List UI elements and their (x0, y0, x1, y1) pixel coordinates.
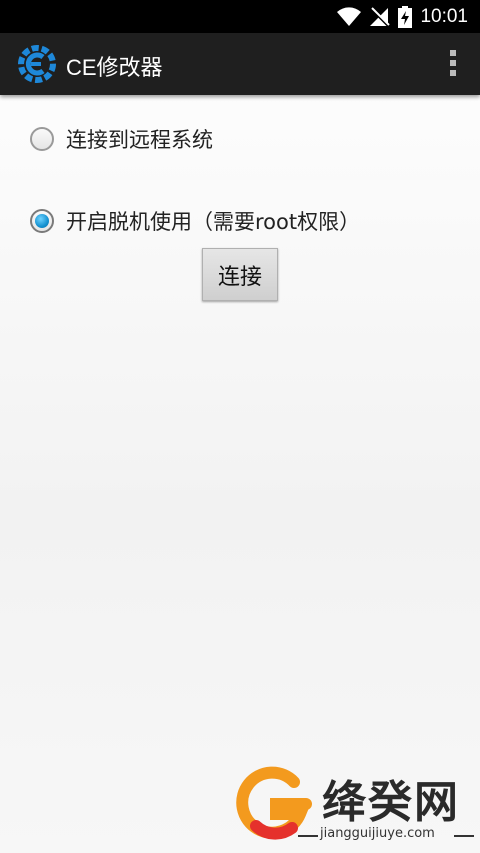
option-offline-root-label: 开启脱机使用（需要root权限） (66, 210, 361, 234)
watermark-logo-icon (236, 766, 312, 840)
app-bar: CE修改器 (0, 33, 480, 95)
radio-remote-system[interactable] (30, 127, 54, 151)
watermark-url: jiangguijiuye.com (320, 826, 435, 841)
app-title: CE修改器 (66, 55, 163, 80)
cheat-engine-logo-icon (18, 45, 56, 83)
option-offline-root[interactable]: 开启脱机使用（需要root权限） (30, 204, 360, 238)
overflow-menu-icon[interactable] (448, 50, 458, 80)
status-bar: 10:01 (0, 0, 480, 33)
wifi-icon (337, 7, 361, 26)
watermark-text: 绛癸网 (322, 777, 460, 828)
watermark: 绛癸网 jiangguijiuye.com (228, 760, 480, 853)
radio-offline-root[interactable] (30, 209, 54, 233)
status-time: 10:01 (420, 6, 468, 27)
watermark-divider-right (454, 835, 474, 837)
connect-button[interactable]: 连接 (202, 248, 278, 301)
battery-charging-icon (398, 6, 412, 28)
watermark-divider-left (298, 835, 318, 837)
option-remote-system-label: 连接到远程系统 (66, 128, 213, 152)
no-sim-icon (369, 7, 390, 28)
option-remote-system[interactable]: 连接到远程系统 (30, 122, 213, 156)
